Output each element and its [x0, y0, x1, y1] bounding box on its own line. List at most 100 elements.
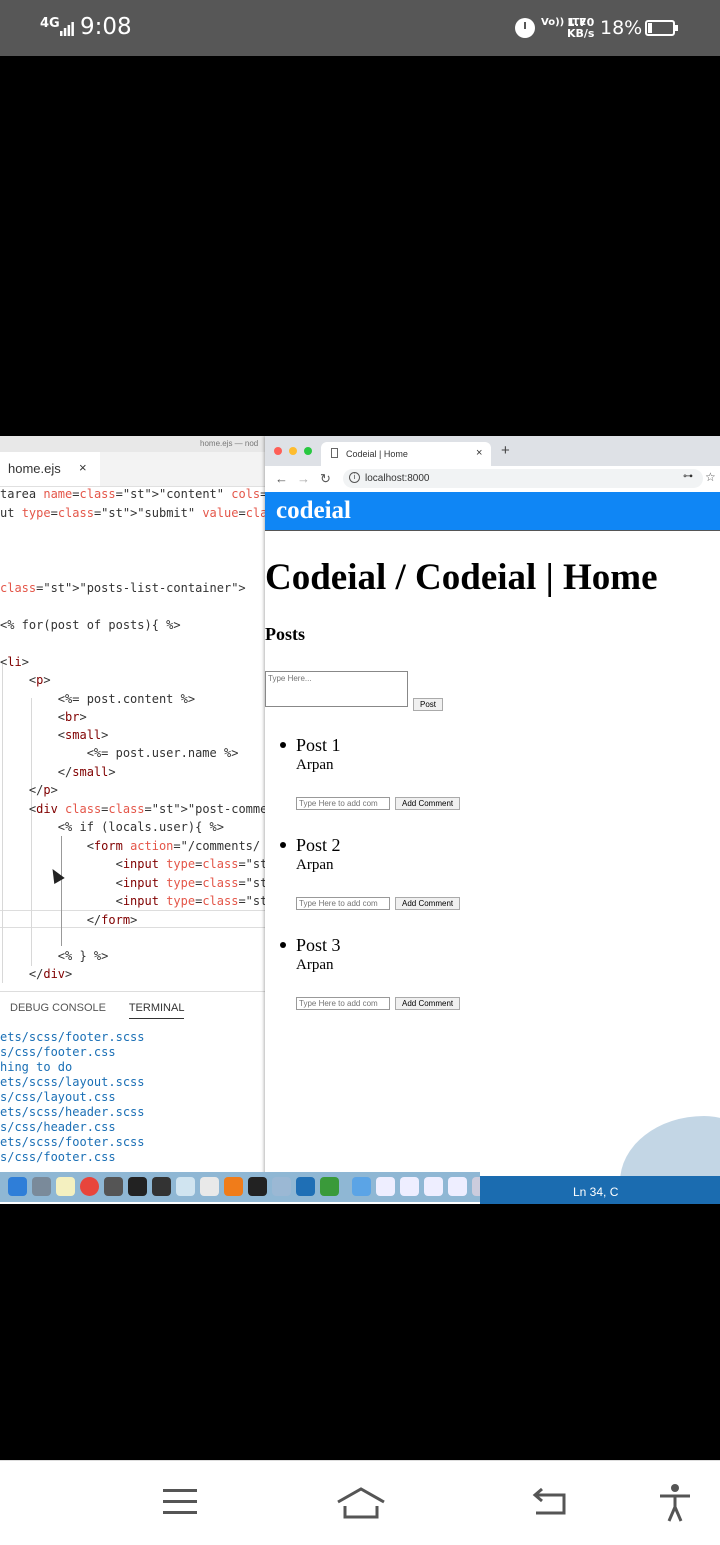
- code-line[interactable]: class="st">"posts-list-container">: [0, 581, 246, 595]
- add-comment-button[interactable]: Add Comment: [395, 997, 461, 1010]
- code-line[interactable]: <%= post.content %>: [0, 692, 195, 706]
- code-editor: home.ejs — nod home.ejs × tarea name=cla…: [0, 436, 419, 1204]
- code-line[interactable]: </p>: [0, 783, 58, 797]
- menu-icon-line: [163, 1489, 197, 1492]
- terminal-line: s/css/header.css: [0, 1120, 116, 1134]
- site-header: codeial: [265, 492, 720, 531]
- settings-icon[interactable]: [104, 1177, 123, 1196]
- video-frame[interactable]: home.ejs — nod home.ejs × tarea name=cla…: [0, 436, 720, 1204]
- editor-window-title: home.ejs — nod: [200, 439, 259, 448]
- close-icon[interactable]: ×: [79, 460, 87, 475]
- info-icon[interactable]: i: [349, 472, 360, 483]
- code-line[interactable]: </small>: [0, 765, 116, 779]
- notes-icon[interactable]: [56, 1177, 75, 1196]
- window-icon[interactable]: [424, 1177, 443, 1196]
- menu-icon[interactable]: [163, 1489, 197, 1515]
- tab-debug-console[interactable]: DEBUG CONSOLE: [10, 1002, 106, 1014]
- battery-level: [648, 23, 652, 33]
- terminal-output: ets/scss/footer.scss s/css/footer.css hing…: [0, 1030, 145, 1165]
- comment-input[interactable]: [296, 997, 390, 1010]
- editor-tab-home-ejs[interactable]: home.ejs ×: [0, 452, 100, 486]
- code-line[interactable]: <% if (locals.user){ %>: [0, 820, 224, 834]
- code-line[interactable]: </form>: [0, 913, 138, 927]
- bullet-icon: [280, 942, 286, 948]
- preview-icon[interactable]: [200, 1177, 219, 1196]
- window-icon[interactable]: [448, 1177, 467, 1196]
- add-comment-button[interactable]: Add Comment: [395, 797, 461, 810]
- code-line[interactable]: <p>: [0, 673, 51, 687]
- comment-input[interactable]: [296, 797, 390, 810]
- add-comment-button[interactable]: Add Comment: [395, 897, 461, 910]
- menu-icon-line: [163, 1511, 197, 1514]
- code-line[interactable]: <% } %>: [0, 949, 109, 963]
- sublime-icon[interactable]: [224, 1177, 243, 1196]
- battery-percent: 18%: [600, 17, 643, 39]
- network-speed: 1.70 KB/s: [567, 17, 594, 39]
- folder-icon[interactable]: [352, 1177, 371, 1196]
- accessibility-icon[interactable]: [658, 1483, 692, 1523]
- vscode-icon[interactable]: [296, 1177, 315, 1196]
- page-title: Codeial / Codeial | Home: [265, 557, 658, 598]
- home-icon[interactable]: [336, 1486, 386, 1520]
- forward-arrow-icon[interactable]: →: [297, 471, 310, 486]
- close-tab-icon[interactable]: ×: [476, 447, 482, 459]
- key-icon[interactable]: ⊶: [683, 471, 693, 482]
- editor-tab-label: home.ejs: [8, 461, 61, 476]
- close-window-icon[interactable]: [274, 447, 282, 455]
- terminal-line: s/css/layout.css: [0, 1090, 116, 1104]
- code-line[interactable]: <li>: [0, 655, 29, 669]
- bookmark-star-icon[interactable]: ☆: [705, 470, 716, 484]
- chrome-icon[interactable]: [80, 1177, 99, 1196]
- bottom-panel: DEBUG CONSOLE TERMINAL ets/scss/footer.s…: [0, 991, 265, 1170]
- status-bar: 4G 9:08 Vo)) LTE 1.70 KB/s 18%: [0, 0, 720, 56]
- code-line[interactable]: <br>: [0, 710, 87, 724]
- web-page: codeial Codeial / Codeial | Home Posts P…: [265, 492, 720, 1176]
- new-tab-button[interactable]: +: [501, 442, 510, 459]
- code-line[interactable]: <form action="/comments/: [0, 839, 260, 853]
- comment-input[interactable]: [296, 897, 390, 910]
- minimize-window-icon[interactable]: [289, 447, 297, 455]
- code-line[interactable]: <small>: [0, 728, 109, 742]
- code-line[interactable]: <div class=class="st">"post-comments">: [0, 802, 304, 816]
- reload-icon[interactable]: ↻: [320, 471, 331, 487]
- url-text: localhost:8000: [365, 473, 430, 484]
- code-line[interactable]: <% for(post of posts){ %>: [0, 618, 181, 632]
- code-line[interactable]: </div>: [0, 967, 72, 981]
- post-content: Post 1: [296, 735, 341, 755]
- finder-icon[interactable]: [8, 1177, 27, 1196]
- back-arrow-icon[interactable]: ←: [275, 471, 288, 486]
- window-icon[interactable]: [376, 1177, 395, 1196]
- post-author: Arpan: [296, 757, 334, 773]
- editor-tab-bar: home.ejs ×: [0, 452, 265, 487]
- launchpad-icon[interactable]: [32, 1177, 51, 1196]
- code-line[interactable]: <%= post.user.name %>: [0, 746, 239, 760]
- obs-icon[interactable]: [128, 1177, 147, 1196]
- bullet-icon: [280, 842, 286, 848]
- terminal-icon[interactable]: [248, 1177, 267, 1196]
- terminal-line: ets/scss/footer.scss: [0, 1030, 145, 1044]
- post-content: Post 2: [296, 835, 341, 855]
- bullet-icon: [280, 742, 286, 748]
- firefox-icon[interactable]: [152, 1177, 171, 1196]
- window-icon[interactable]: [400, 1177, 419, 1196]
- speed-unit: KB/s: [567, 27, 595, 40]
- post-content-textarea[interactable]: [265, 671, 408, 707]
- keynote-icon[interactable]: [176, 1177, 195, 1196]
- android-icon[interactable]: [320, 1177, 339, 1196]
- editor-status-bar: Ln 34, C: [480, 1176, 720, 1204]
- browser-tab-title: Codeial | Home: [346, 449, 408, 459]
- post-author: Arpan: [296, 957, 334, 973]
- maximize-window-icon[interactable]: [304, 447, 312, 455]
- site-brand[interactable]: codeial: [276, 497, 351, 525]
- post-submit-button[interactable]: Post: [413, 698, 444, 711]
- address-bar[interactable]: i localhost:8000 ⊶: [343, 469, 703, 488]
- help-icon[interactable]: [272, 1177, 291, 1196]
- battery-icon: [645, 20, 678, 36]
- terminal-line: ets/scss/header.scss: [0, 1105, 145, 1119]
- browser-tab[interactable]: Codeial | Home ×: [321, 442, 491, 466]
- tab-terminal[interactable]: TERMINAL: [128, 1002, 185, 1019]
- back-icon[interactable]: [530, 1487, 570, 1517]
- menu-icon-line: [163, 1500, 197, 1503]
- terminal-line: ets/scss/layout.scss: [0, 1075, 145, 1089]
- signal-icon: [60, 22, 74, 36]
